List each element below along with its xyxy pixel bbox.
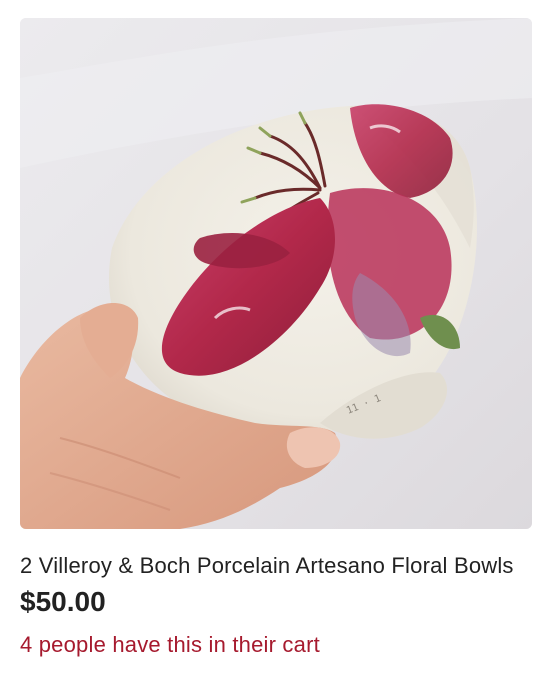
cart-demand-note: 4 people have this in their cart: [20, 632, 320, 657]
product-photo[interactable]: 11 · 1: [20, 18, 532, 529]
listing-price: $50.00: [20, 586, 106, 617]
listing-title[interactable]: 2 Villeroy & Boch Porcelain Artesano Flo…: [20, 552, 536, 580]
listing-card[interactable]: 11 · 1 2 Villeroy & Boch Porcelain Artes…: [0, 0, 552, 690]
